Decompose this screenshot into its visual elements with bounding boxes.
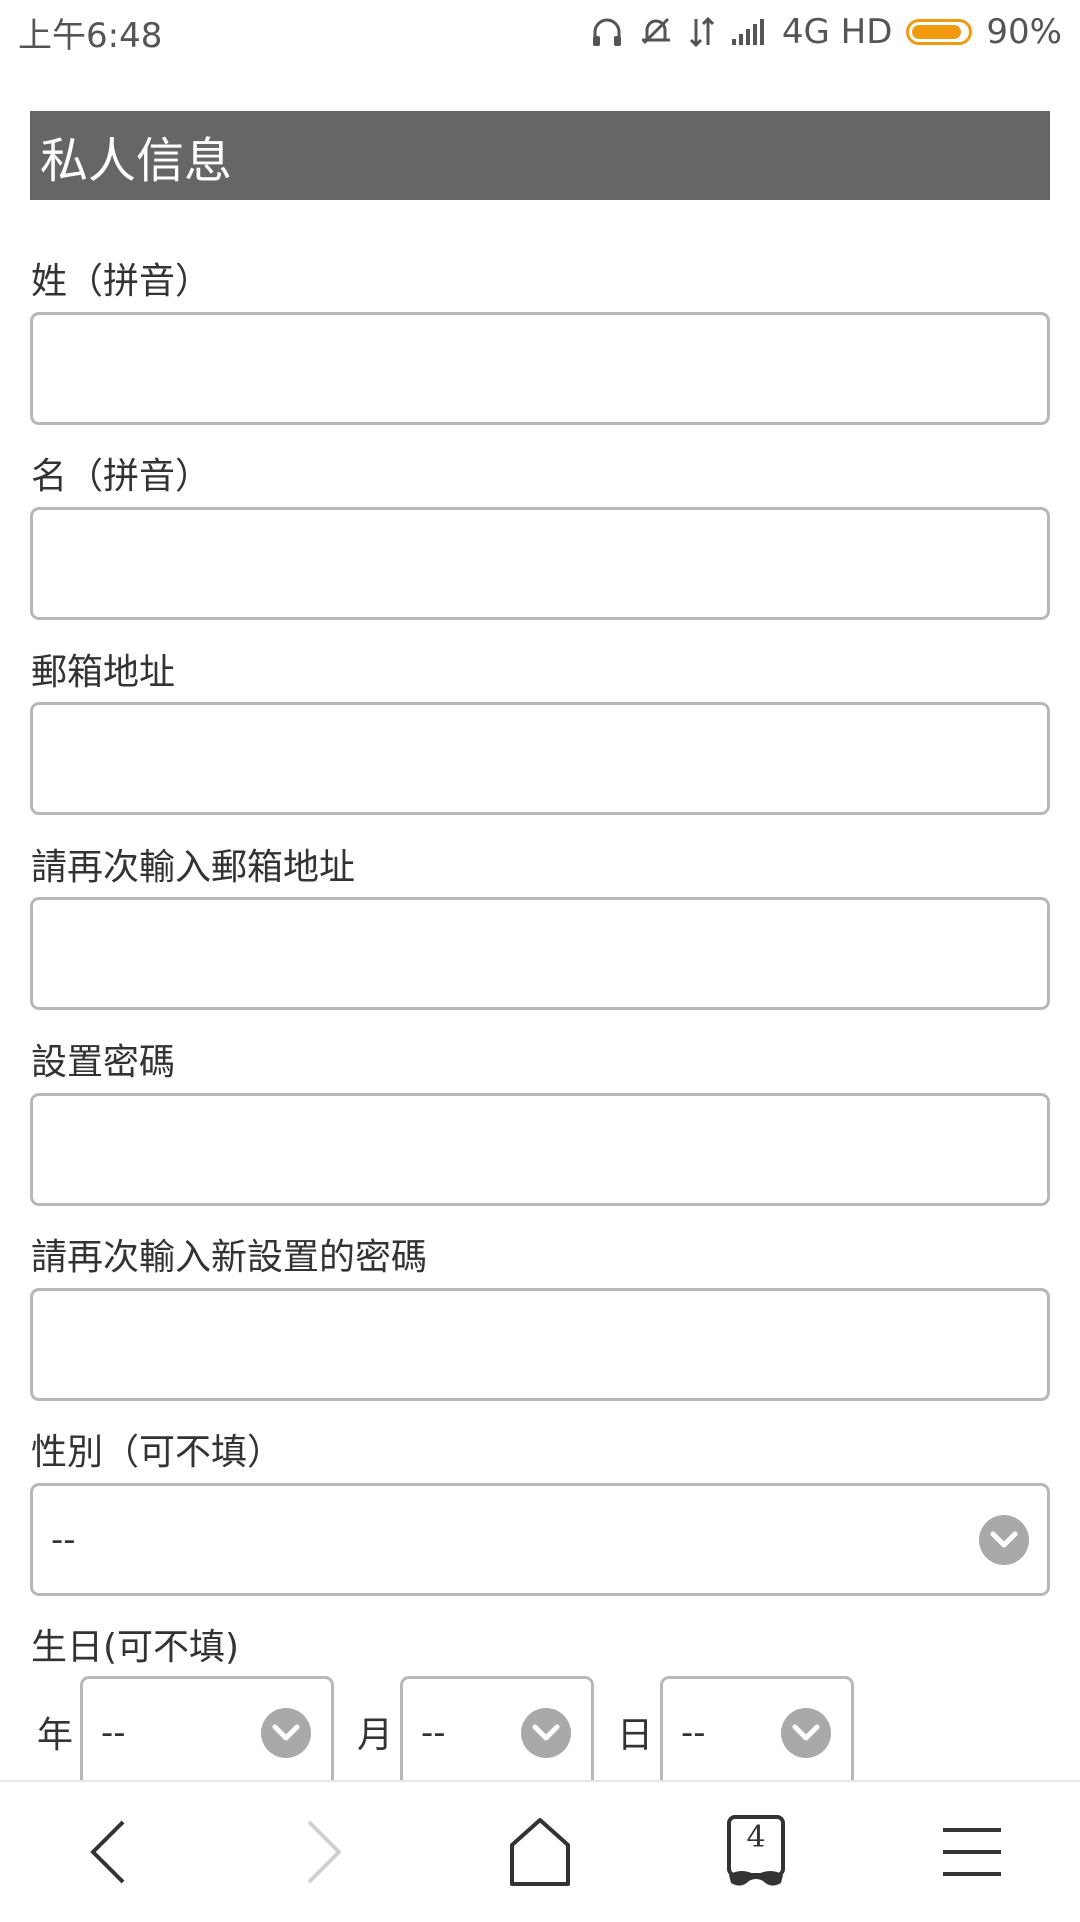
gender-select-value: --: [51, 1519, 76, 1560]
gender-label: 性別（可不填）: [31, 1432, 284, 1473]
tab-count: 4: [746, 1820, 766, 1855]
forward-icon: [307, 1820, 342, 1884]
day-label: 日: [616, 1715, 653, 1756]
email-confirm-label: 請再次輸入郵箱地址: [31, 847, 356, 888]
birthday-row: 年 -- 月 -- 日 --: [30, 1676, 870, 1786]
password-label: 設置密碼: [31, 1042, 176, 1083]
browser-bottom-nav: 4: [0, 1780, 1080, 1922]
data-transfer-icon: [688, 15, 716, 49]
surname-label: 姓（拼音）: [31, 261, 212, 302]
email-confirm-input[interactable]: [30, 897, 1050, 1010]
email-label: 郵箱地址: [31, 652, 176, 693]
headphones-icon: [590, 15, 624, 49]
forward-button[interactable]: [264, 1792, 384, 1912]
section-header: 私人信息: [30, 111, 1050, 200]
month-select[interactable]: --: [400, 1676, 594, 1786]
status-time: 上午6:48: [18, 15, 163, 56]
year-select-value: --: [101, 1712, 126, 1753]
gender-select[interactable]: --: [30, 1483, 1050, 1596]
month-label: 月: [356, 1715, 393, 1756]
day-select[interactable]: --: [660, 1676, 854, 1786]
day-select-value: --: [681, 1712, 706, 1753]
month-select-value: --: [421, 1712, 446, 1753]
year-label: 年: [36, 1715, 73, 1756]
home-icon: [510, 1818, 570, 1886]
given-name-input[interactable]: [30, 507, 1050, 620]
home-button[interactable]: [480, 1792, 600, 1912]
battery-icon: [906, 19, 973, 45]
email-input[interactable]: [30, 702, 1050, 815]
back-button[interactable]: [48, 1792, 168, 1912]
year-select[interactable]: --: [80, 1676, 334, 1786]
mute-bell-icon: [638, 15, 674, 49]
status-bar: 上午6:48 4G HD 90%: [0, 0, 1080, 64]
section-title: 私人信息: [40, 132, 233, 189]
chevron-down-icon: [261, 1707, 311, 1758]
network-type: 4G HD: [781, 12, 893, 52]
given-name-label: 名（拼音）: [31, 456, 212, 497]
tabs-button[interactable]: 4: [696, 1792, 816, 1912]
birthday-label: 生日(可不填): [31, 1627, 240, 1668]
surname-input[interactable]: [30, 312, 1050, 425]
password-confirm-input[interactable]: [30, 1288, 1050, 1401]
password-confirm-label: 請再次輸入新設置的密碼: [31, 1237, 428, 1278]
chevron-down-icon: [781, 1707, 831, 1758]
back-icon: [90, 1820, 125, 1884]
battery-percent: 90%: [986, 12, 1062, 52]
chevron-down-icon: [521, 1707, 571, 1758]
signal-icon: [730, 17, 768, 47]
chevron-down-icon: [979, 1514, 1029, 1565]
menu-button[interactable]: [912, 1792, 1032, 1912]
menu-icon: [943, 1828, 1001, 1876]
password-input[interactable]: [30, 1093, 1050, 1206]
